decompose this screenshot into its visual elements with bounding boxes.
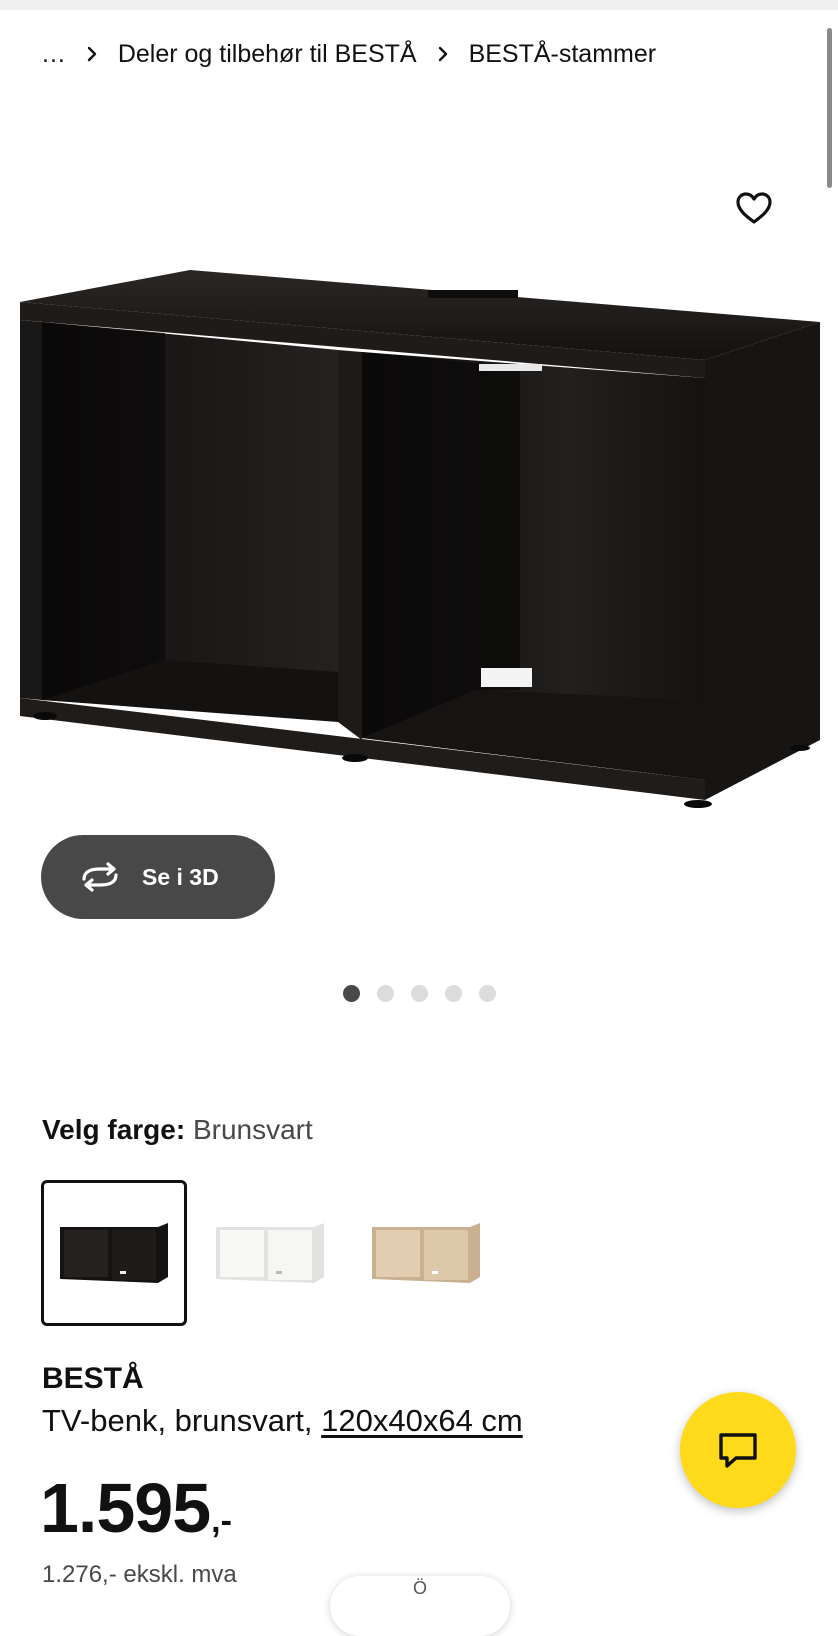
breadcrumb-link-besta-parts[interactable]: Deler og tilbehør til BESTÅ (118, 40, 417, 69)
carousel-dot-5[interactable] (479, 985, 496, 1002)
page-scrollbar[interactable] (827, 28, 832, 188)
swatch-thumbnail-oak (372, 1223, 480, 1283)
bottom-floating-pill[interactable]: Ö (330, 1576, 510, 1636)
product-image[interactable] (0, 255, 838, 835)
price-suffix: ,- (211, 1502, 232, 1540)
swatch-thumbnail-white (216, 1223, 324, 1283)
browser-top-strip (0, 0, 838, 10)
color-label-prefix: Velg farge: (42, 1114, 186, 1145)
chat-button[interactable] (680, 1392, 796, 1508)
color-selector-label: Velg farge: Brunsvart (42, 1114, 313, 1146)
carousel-dot-2[interactable] (377, 985, 394, 1002)
product-price: 1.595 ,- (40, 1468, 232, 1548)
swatch-thumbnail-black-brown (60, 1223, 168, 1283)
breadcrumb: ... Deler og tilbehør til BESTÅ BESTÅ-st… (42, 36, 656, 72)
selected-color-value: Brunsvart (192, 1114, 313, 1145)
heart-outline-icon (736, 192, 772, 224)
product-description: TV-benk, brunsvart, 120x40x64 cm (42, 1403, 523, 1439)
carousel-dot-4[interactable] (445, 985, 462, 1002)
breadcrumb-link-besta-frames[interactable]: BESTÅ-stammer (469, 40, 657, 69)
color-swatch-white[interactable] (197, 1180, 343, 1326)
chevron-right-icon (86, 45, 98, 63)
carousel-dot-3[interactable] (411, 985, 428, 1002)
price-excluding-vat: 1.276,- ekskl. mva (42, 1561, 237, 1588)
favorite-button[interactable] (730, 184, 778, 232)
product-dimensions-link[interactable]: 120x40x64 cm (321, 1403, 523, 1438)
image-carousel-dots (343, 985, 496, 1002)
color-swatches (41, 1180, 499, 1326)
color-swatch-brunsvart[interactable] (41, 1180, 187, 1326)
see-in-3d-label: Se i 3D (142, 863, 219, 890)
breadcrumb-ellipsis[interactable]: ... (42, 40, 66, 69)
product-type-text: TV-benk, brunsvart, (42, 1403, 322, 1438)
product-name: BESTÅ (42, 1362, 144, 1395)
see-in-3d-button[interactable]: Se i 3D (41, 835, 275, 919)
color-swatch-oak[interactable] (353, 1180, 499, 1326)
chat-bubble-icon (719, 1433, 757, 1468)
chevron-right-icon (437, 45, 449, 63)
price-amount: 1.595 (40, 1469, 211, 1547)
bottom-pill-text: Ö (412, 1578, 427, 1598)
rotate-3d-icon (78, 862, 122, 892)
carousel-dot-1[interactable] (343, 985, 360, 1002)
